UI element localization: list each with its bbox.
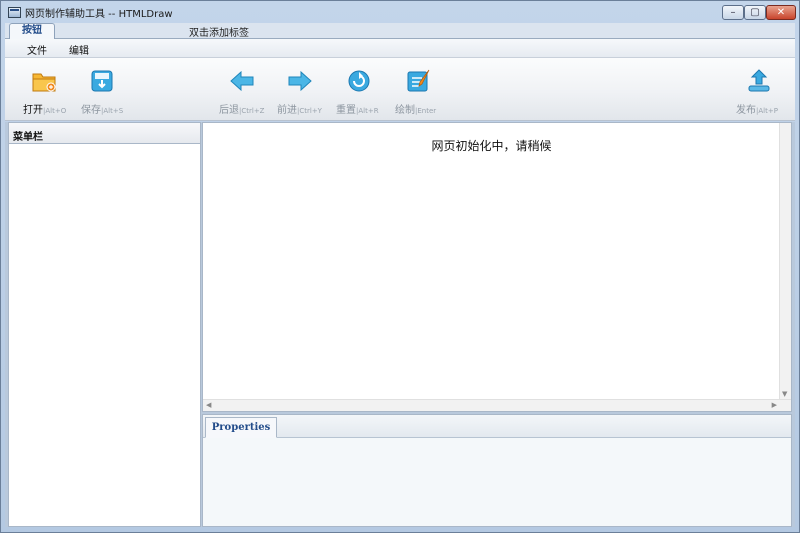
open-folder-icon bbox=[32, 73, 56, 92]
back-arrow-icon bbox=[230, 70, 254, 92]
back-shortcut: |Ctrl+Z bbox=[239, 107, 265, 115]
loading-message: 网页初始化中，请稍候 bbox=[431, 139, 552, 153]
tab-buttons[interactable]: 按钮 bbox=[9, 23, 55, 39]
app-icon bbox=[8, 7, 21, 18]
save-shortcut: |Alt+S bbox=[101, 107, 124, 115]
maximize-button[interactable]: ▢ bbox=[744, 5, 766, 20]
reset-icon bbox=[348, 70, 370, 92]
app-window: 网页制作辅助工具 -- HTMLDraw – ▢ ✕ 按钮 双击添加标签 文件 … bbox=[0, 0, 800, 533]
forward-arrow-icon bbox=[288, 70, 312, 92]
window-title: 网页制作辅助工具 -- HTMLDraw bbox=[25, 9, 173, 20]
scroll-down-arrow-icon[interactable]: ▼ bbox=[782, 390, 787, 398]
draw-button[interactable]: 绘制|Enter bbox=[391, 58, 445, 120]
minimize-button[interactable]: – bbox=[722, 5, 744, 20]
title-bar: 网页制作辅助工具 -- HTMLDraw – ▢ ✕ bbox=[1, 1, 799, 23]
open-button[interactable]: 打开|Alt+O bbox=[19, 58, 69, 120]
add-tab-hint[interactable]: 双击添加标签 bbox=[189, 24, 249, 39]
save-icon bbox=[91, 70, 113, 92]
forward-button[interactable]: 前进|Ctrl+Y bbox=[273, 58, 327, 120]
menu-file[interactable]: 文件 bbox=[27, 42, 47, 57]
scroll-left-arrow-icon[interactable]: ◀ bbox=[206, 401, 211, 409]
open-shortcut: |Alt+O bbox=[43, 107, 67, 115]
publish-label: 发布 bbox=[736, 105, 756, 116]
browser-view[interactable]: 网页初始化中，请稍候 ▼ ◀ ▶ bbox=[202, 122, 792, 412]
forward-shortcut: |Ctrl+Y bbox=[297, 107, 322, 115]
properties-tab-strip: Properties bbox=[203, 415, 791, 438]
open-label: 打开 bbox=[23, 105, 43, 116]
tab-properties[interactable]: Properties bbox=[205, 417, 277, 438]
save-label: 保存 bbox=[81, 105, 101, 116]
back-button[interactable]: 后退|Ctrl+Z bbox=[215, 58, 269, 120]
vertical-scrollbar[interactable]: ▼ bbox=[779, 123, 791, 400]
tab-strip: 按钮 双击添加标签 bbox=[5, 23, 795, 39]
close-button[interactable]: ✕ bbox=[766, 5, 796, 20]
horizontal-scrollbar[interactable]: ◀ ▶ bbox=[203, 399, 791, 411]
forward-label: 前进 bbox=[277, 105, 297, 116]
draw-shortcut: |Enter bbox=[415, 107, 437, 115]
main-area: 菜单栏 网页初始化中，请稍候 ▼ ◀ ▶ Properties bbox=[5, 122, 795, 527]
draw-label: 绘制 bbox=[395, 105, 415, 116]
reset-button[interactable]: 重置|Alt+R bbox=[332, 58, 386, 120]
publish-button[interactable]: 发布|Alt+P bbox=[732, 58, 786, 120]
publish-icon bbox=[748, 69, 770, 92]
properties-panel: Properties bbox=[202, 414, 792, 527]
save-button[interactable]: 保存|Alt+S bbox=[77, 58, 127, 120]
menu-edit[interactable]: 编辑 bbox=[69, 42, 89, 57]
draw-icon bbox=[407, 69, 430, 92]
scroll-right-arrow-icon[interactable]: ▶ bbox=[772, 401, 777, 409]
reset-label: 重置 bbox=[336, 105, 356, 116]
toolbar: 打开|Alt+O 保存|Alt+S 后退|Ctrl+Z 前进|Ctrl+Y 重置… bbox=[5, 58, 795, 121]
back-label: 后退 bbox=[219, 105, 239, 116]
publish-shortcut: |Alt+P bbox=[756, 107, 778, 115]
menu-bar: 文件 编辑 bbox=[5, 39, 795, 58]
properties-body bbox=[203, 438, 791, 526]
menu-panel-title: 菜单栏 bbox=[9, 123, 200, 144]
reset-shortcut: |Alt+R bbox=[356, 107, 379, 115]
menu-panel: 菜单栏 bbox=[8, 122, 201, 527]
